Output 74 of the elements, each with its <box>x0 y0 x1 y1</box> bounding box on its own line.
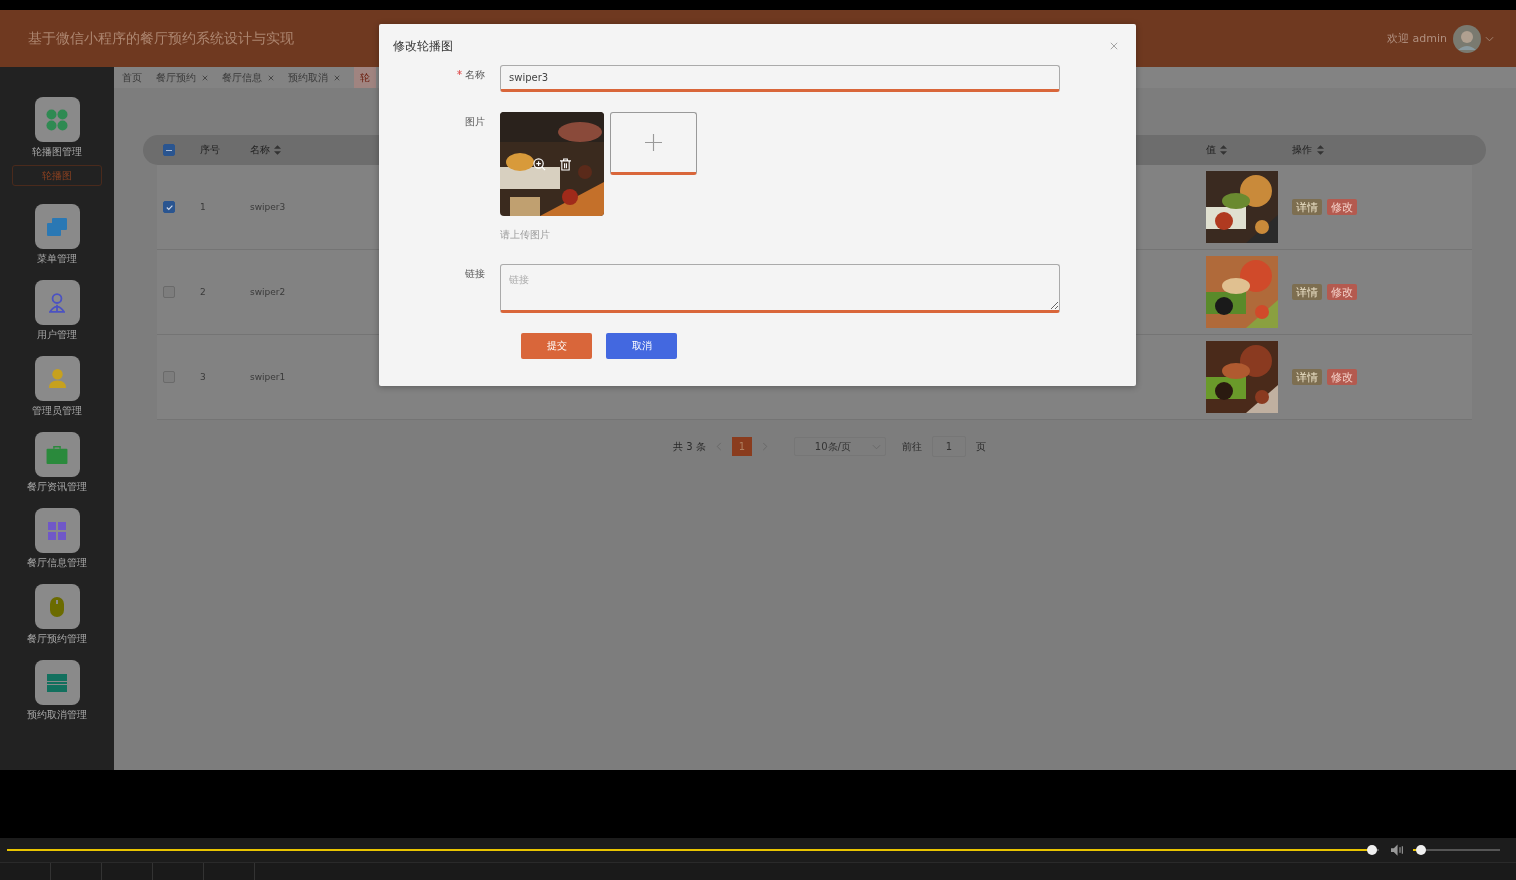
page-tab[interactable]: 首页 <box>122 67 142 88</box>
name-field[interactable]: swiper3 <box>500 65 1060 92</box>
close-icon[interactable] <box>268 74 274 81</box>
submenu-item[interactable]: 轮播图 <box>12 165 102 186</box>
zoom-in-icon[interactable] <box>533 158 546 171</box>
field-label: 链接 <box>465 267 485 281</box>
row-checkbox[interactable] <box>163 371 175 383</box>
welcome-text: 欢迎 admin <box>1387 31 1447 46</box>
close-icon[interactable] <box>202 74 208 81</box>
menu-item[interactable]: 菜单管理 <box>37 252 77 266</box>
volume-icon[interactable] <box>1391 844 1406 856</box>
row-checkbox[interactable] <box>163 286 175 298</box>
upload-button[interactable] <box>610 112 697 175</box>
submit-button[interactable]: 提交 <box>521 333 592 359</box>
row-action-button[interactable]: 修改 <box>1327 284 1357 300</box>
row-action-button[interactable]: 详情 <box>1292 284 1322 300</box>
page-tab[interactable]: 预约取消 <box>288 67 340 88</box>
dialog-title: 修改轮播图 <box>393 38 453 55</box>
page-tab[interactable]: 餐厅信息 <box>222 67 274 88</box>
column-header[interactable]: 序号 <box>200 143 220 157</box>
menu-icon-tile[interactable] <box>34 356 80 401</box>
table-cell-text: 3 <box>200 372 207 382</box>
sort-icon[interactable] <box>1220 145 1227 155</box>
goto-page-field[interactable]: 1 <box>931 436 966 457</box>
table-cell-text: swiper1 <box>250 372 287 382</box>
page-size-select[interactable]: 10条/页 <box>793 437 886 456</box>
table-cell-text: swiper3 <box>250 202 287 212</box>
row-action-button[interactable]: 修改 <box>1327 369 1357 385</box>
page-suffix: 页 <box>975 439 986 454</box>
table-cell-text: swiper2 <box>250 287 287 297</box>
menu-icon-tile[interactable] <box>34 508 80 553</box>
field-label: 图片 <box>465 115 485 129</box>
menu-icon-tile[interactable] <box>34 280 80 325</box>
volume-handle[interactable] <box>1415 845 1426 855</box>
menu-icon-tile[interactable] <box>34 432 80 477</box>
cancel-button[interactable]: 取消 <box>606 333 677 359</box>
table-cell-text: 2 <box>200 287 207 297</box>
menu-item[interactable]: 轮播图管理 <box>32 145 82 159</box>
plus-icon <box>645 134 662 151</box>
menu-item[interactable]: 用户管理 <box>37 328 77 342</box>
menu-item[interactable]: 餐厅预约管理 <box>27 632 87 646</box>
app-title: 基于微信小程序的餐厅预约系统设计与实现 <box>28 29 294 48</box>
menu-item[interactable]: 餐厅信息管理 <box>27 556 87 570</box>
total-count: 共 3 条 <box>673 439 706 454</box>
goto-label: 前往 <box>901 439 922 454</box>
avatar-icon[interactable] <box>1453 24 1481 53</box>
upload-hint: 请上传图片 <box>500 228 551 242</box>
menu-icon-tile[interactable] <box>34 660 80 705</box>
column-header[interactable]: 操作 <box>1292 143 1312 157</box>
menu-item[interactable]: 预约取消管理 <box>27 708 87 722</box>
close-icon[interactable] <box>334 74 340 81</box>
page-number[interactable]: 1 <box>731 437 752 456</box>
menu-item[interactable]: 管理员管理 <box>32 404 82 418</box>
sort-icon[interactable] <box>1317 145 1324 155</box>
row-action-button[interactable]: 修改 <box>1327 199 1357 215</box>
field-label: 名称 <box>465 68 485 82</box>
column-header[interactable]: 名称 <box>250 143 270 157</box>
sort-icon[interactable] <box>274 145 281 155</box>
page-tab[interactable]: 餐厅预约 <box>156 67 208 88</box>
menu-icon-tile[interactable] <box>34 204 80 249</box>
column-header[interactable]: 值 <box>1206 143 1216 157</box>
menu-icon-tile[interactable] <box>34 97 80 142</box>
row-action-button[interactable]: 详情 <box>1292 199 1322 215</box>
row-checkbox[interactable] <box>163 201 175 213</box>
menu-item[interactable]: 餐厅资讯管理 <box>27 480 87 494</box>
close-icon[interactable] <box>1110 41 1118 50</box>
select-all-checkbox[interactable] <box>163 144 175 156</box>
link-field[interactable]: 链接 <box>500 264 1060 313</box>
row-action-button[interactable]: 详情 <box>1292 369 1322 385</box>
menu-icon-tile[interactable] <box>34 584 80 629</box>
table-cell-text: 1 <box>200 202 207 212</box>
delete-icon[interactable] <box>560 158 571 171</box>
progress-handle[interactable] <box>1367 845 1378 855</box>
page-tab[interactable]: 轮 <box>354 67 376 88</box>
